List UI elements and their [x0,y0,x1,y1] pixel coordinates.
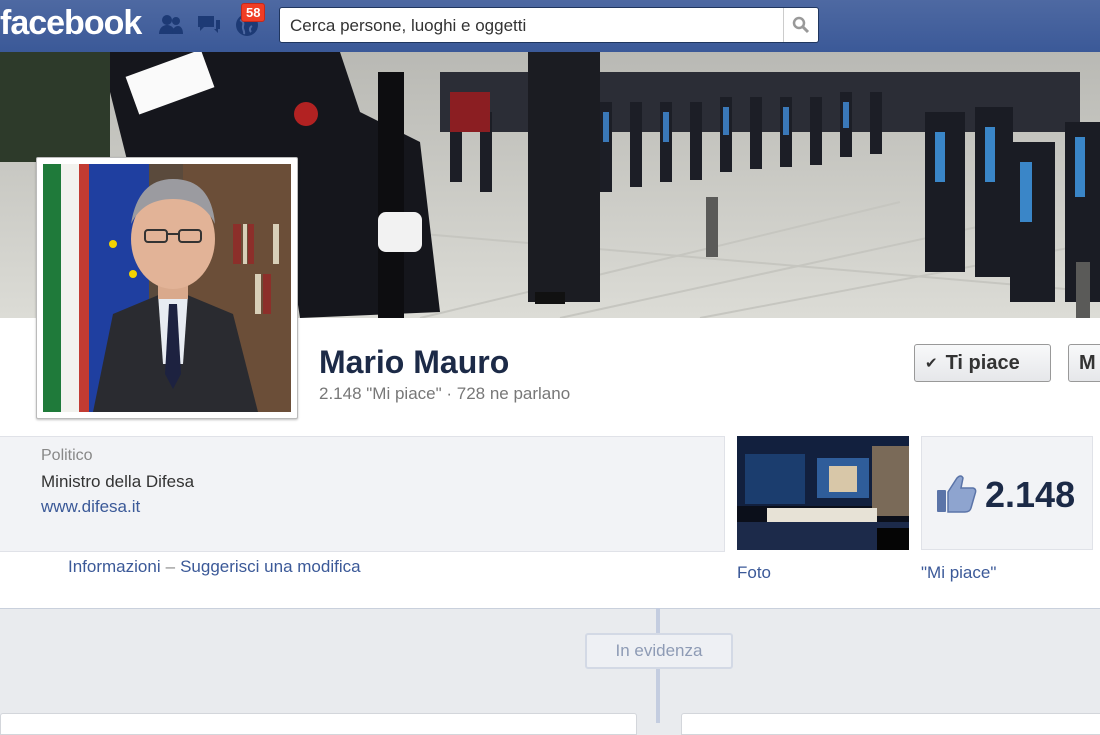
like-button-label: Ti piace [945,351,1020,374]
search-input[interactable] [280,8,792,44]
photos-thumbnail[interactable] [737,436,909,550]
about-links: Informazioni – Suggerisci una modifica [68,557,361,577]
likes-link[interactable]: "Mi piace" [921,563,996,583]
message-button[interactable]: M [1068,344,1100,382]
highlights-filter[interactable]: In evidenza [585,633,733,669]
timeline-card-right [681,713,1100,735]
profile-picture[interactable] [36,157,298,419]
about-box [0,436,725,552]
checkmark-icon: ✔ [925,355,938,372]
messages-icon[interactable] [196,12,222,38]
timeline-card-left [0,713,637,735]
likes-count: 2.148 [985,474,1076,515]
notification-badge[interactable]: 58 [241,3,266,22]
like-button[interactable]: ✔ Ti piace [914,344,1051,382]
page-category: Politico [41,447,93,464]
search-icon [792,16,810,34]
facebook-logo[interactable]: facebook [0,4,142,43]
info-link[interactable]: Informazioni [68,557,161,576]
link-separator: – [165,557,176,576]
friend-requests-icon[interactable] [158,12,184,38]
photos-link[interactable]: Foto [737,563,771,583]
search-button[interactable] [783,8,818,42]
page-title: Mario Mauro [319,344,510,380]
message-button-label: M [1079,351,1096,374]
suggest-edit-link[interactable]: Suggerisci una modifica [180,557,360,576]
search-box[interactable] [279,7,819,44]
page-stats: 2.148 "Mi piace" · 728 ne parlano [319,384,571,403]
page-description: Ministro della Difesa [41,472,195,491]
top-bar: facebook 58 [0,0,1100,53]
thumbs-up-icon [935,474,977,519]
website-link[interactable]: www.difesa.it [41,497,140,517]
